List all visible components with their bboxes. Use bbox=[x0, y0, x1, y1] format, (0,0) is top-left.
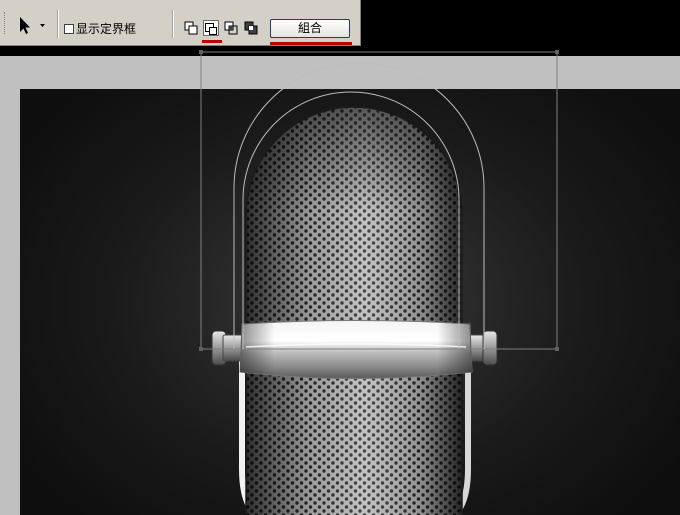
outer-path bbox=[233, 62, 485, 349]
bounding-box bbox=[200, 51, 558, 350]
corner-handle[interactable] bbox=[555, 50, 559, 54]
inner-path bbox=[242, 91, 460, 349]
corner-handle[interactable] bbox=[199, 347, 203, 351]
corner-handle[interactable] bbox=[199, 50, 203, 54]
path-overlay bbox=[199, 50, 559, 351]
corner-handle[interactable] bbox=[555, 347, 559, 351]
